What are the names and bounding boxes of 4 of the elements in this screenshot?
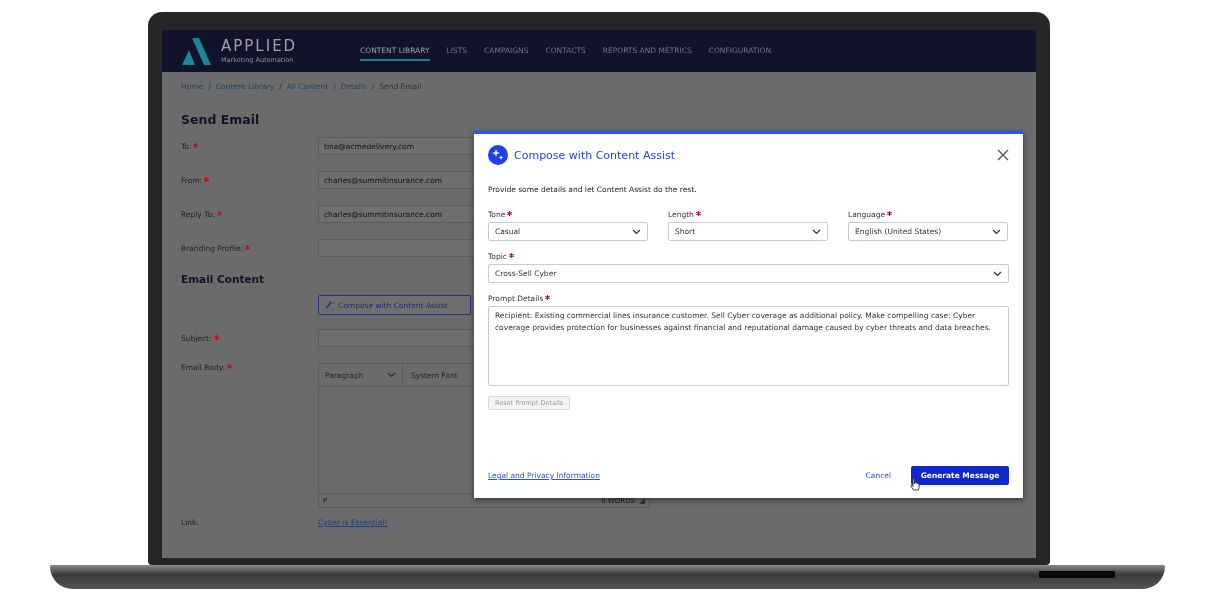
page-title: Send Email bbox=[181, 112, 260, 127]
section-heading: Email Content bbox=[181, 273, 265, 285]
logo-wordmark: APPLIED bbox=[221, 38, 298, 54]
dialog-title: Compose with Content Assist bbox=[514, 148, 676, 162]
